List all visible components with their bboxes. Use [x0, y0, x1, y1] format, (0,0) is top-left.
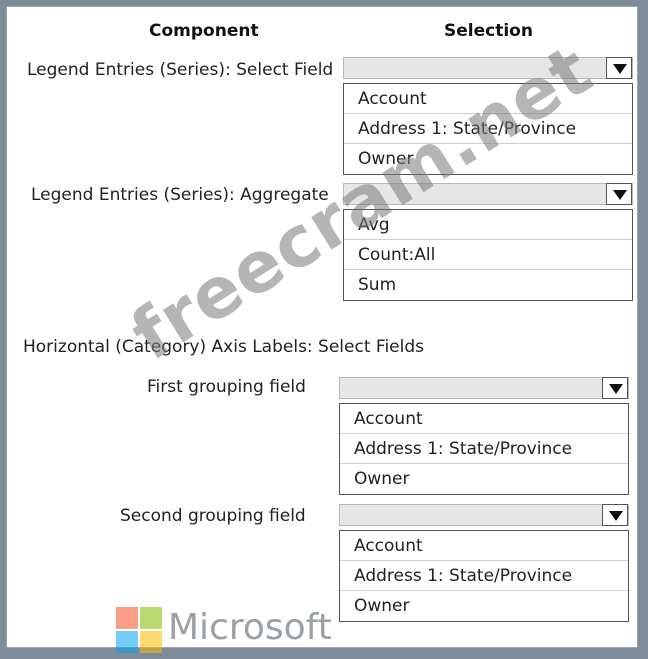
row-label-first-grouping: First grouping field [147, 377, 306, 397]
component-header: Component [149, 21, 259, 41]
option-account[interactable]: Account [340, 531, 628, 561]
dropdown-arrow-button[interactable] [602, 504, 628, 526]
option-address-state[interactable]: Address 1: State/Province [340, 434, 628, 464]
dropdown-arrow-button[interactable] [606, 183, 632, 205]
option-owner[interactable]: Owner [344, 144, 632, 174]
chevron-down-icon [613, 64, 627, 74]
row-label-series-field: Legend Entries (Series): Select Field [27, 60, 334, 80]
series-field-dropdown[interactable] [343, 57, 633, 79]
first-grouping-dropdown[interactable] [339, 377, 629, 399]
question-panel: Component Selection Legend Entries (Seri… [6, 6, 638, 648]
logo-square-yellow [140, 631, 162, 653]
chevron-down-icon [609, 511, 623, 521]
first-grouping-options: Account Address 1: State/Province Owner [339, 403, 629, 495]
option-address-state[interactable]: Address 1: State/Province [340, 561, 628, 591]
option-owner[interactable]: Owner [340, 464, 628, 494]
option-account[interactable]: Account [340, 404, 628, 434]
selection-header: Selection [444, 21, 533, 41]
option-sum[interactable]: Sum [344, 270, 632, 300]
chevron-down-icon [609, 384, 623, 394]
row-label-second-grouping: Second grouping field [120, 506, 306, 526]
dropdown-arrow-button[interactable] [602, 377, 628, 399]
chevron-down-icon [613, 190, 627, 200]
option-owner[interactable]: Owner [340, 591, 628, 621]
option-count-all[interactable]: Count:All [344, 240, 632, 270]
logo-square-red [116, 607, 138, 629]
second-grouping-options: Account Address 1: State/Province Owner [339, 530, 629, 622]
dropdown-arrow-button[interactable] [606, 57, 632, 79]
series-aggregate-dropdown[interactable] [343, 183, 633, 205]
section-label-axis: Horizontal (Category) Axis Labels: Selec… [23, 337, 424, 357]
logo-square-blue [116, 631, 138, 653]
brand-name: Microsoft [168, 607, 332, 648]
option-address-state[interactable]: Address 1: State/Province [344, 114, 632, 144]
second-grouping-dropdown[interactable] [339, 504, 629, 526]
logo-square-green [140, 607, 162, 629]
option-avg[interactable]: Avg [344, 210, 632, 240]
microsoft-logo-icon [116, 607, 164, 655]
series-aggregate-options: Avg Count:All Sum [343, 209, 633, 301]
row-label-series-aggregate: Legend Entries (Series): Aggregate [31, 185, 329, 205]
series-field-options: Account Address 1: State/Province Owner [343, 83, 633, 175]
option-account[interactable]: Account [344, 84, 632, 114]
